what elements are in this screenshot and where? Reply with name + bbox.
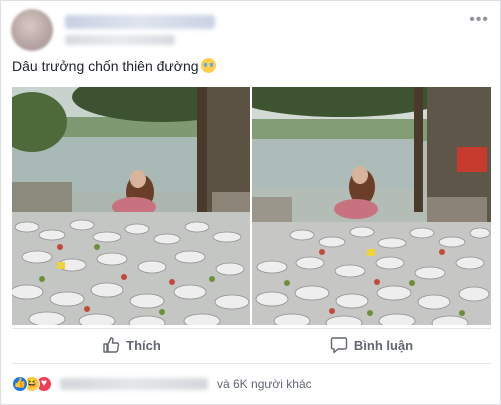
avatar[interactable]: [11, 9, 53, 51]
post-header: •••: [11, 9, 491, 53]
comment-label: Bình luận: [353, 337, 414, 353]
comment-icon: [330, 337, 348, 354]
post-meta-blurred: [65, 35, 175, 45]
author-name-blurred[interactable]: [65, 15, 215, 29]
divider-bottom: [12, 363, 491, 364]
crying-face-emoji-icon: [200, 58, 216, 73]
like-button[interactable]: Thích: [12, 329, 251, 361]
like-label: Thích: [126, 337, 161, 353]
more-options-icon[interactable]: •••: [469, 11, 489, 29]
photo-grid: [12, 87, 491, 325]
photo-left[interactable]: [12, 87, 250, 325]
like-reaction-icon: 👍: [12, 376, 28, 392]
reactor-names-blurred: [60, 378, 208, 390]
thumbs-up-icon: [103, 337, 120, 353]
photo-right[interactable]: [252, 87, 491, 325]
comment-button[interactable]: Bình luận: [252, 329, 491, 361]
post-card: ••• Dâu trưởng chốn thiên đường Thích Bì…: [0, 0, 501, 405]
reaction-count-text: và 6K người khác: [217, 377, 312, 391]
reactions-summary[interactable]: 👍 😆 ♥ và 6K người khác: [12, 374, 491, 394]
action-bar: Thích Bình luận: [12, 329, 491, 361]
post-caption: Dâu trưởng chốn thiên đường: [12, 58, 216, 74]
caption-text: Dâu trưởng chốn thiên đường: [12, 58, 199, 74]
